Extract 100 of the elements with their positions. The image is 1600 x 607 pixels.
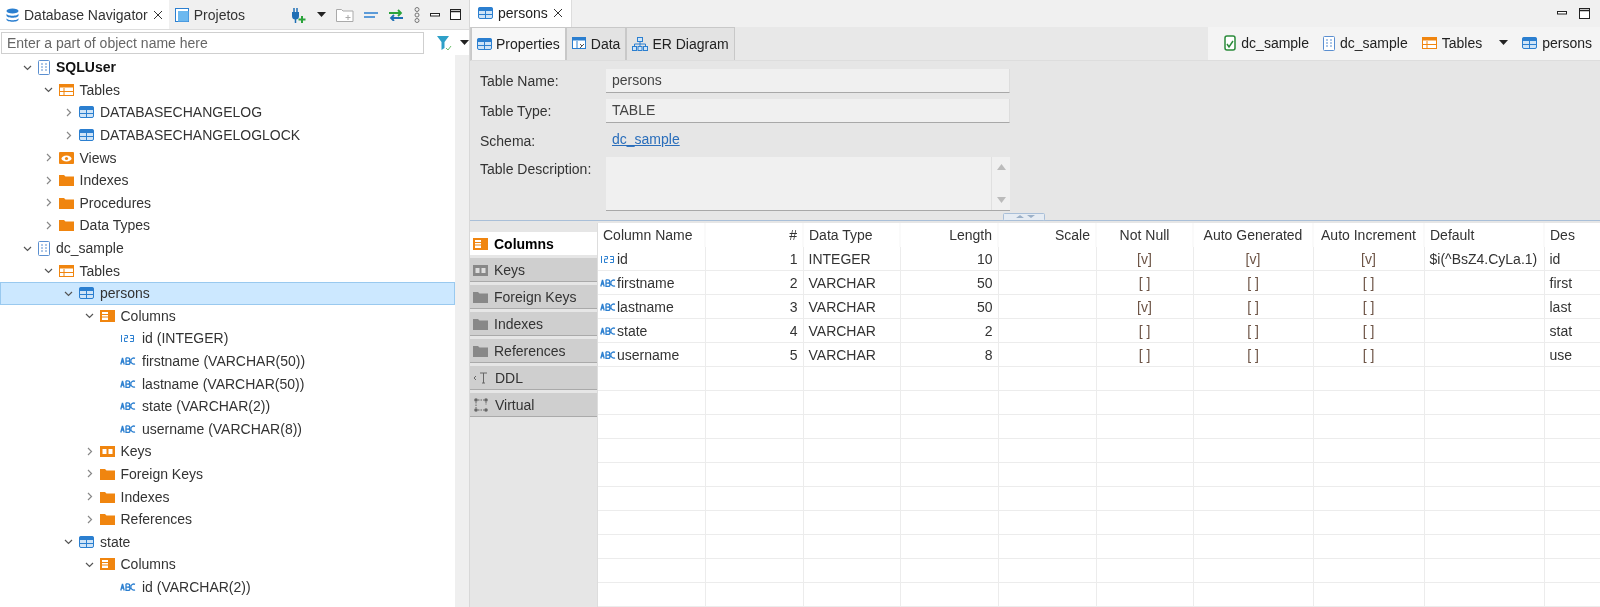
schema-link[interactable]: dc_sample bbox=[606, 128, 686, 151]
maximize-icon[interactable] bbox=[1579, 7, 1590, 19]
column-header[interactable]: Data Type bbox=[803, 223, 900, 247]
tree-item[interactable]: Tables bbox=[0, 78, 455, 102]
column-header[interactable]: Des bbox=[1544, 223, 1600, 247]
table-icon bbox=[79, 287, 94, 300]
breadcrumb-item[interactable]: persons bbox=[1522, 35, 1592, 52]
tree-item[interactable]: Views bbox=[0, 146, 455, 169]
editor-tab[interactable]: persons bbox=[470, 0, 572, 27]
tree-item-label: state bbox=[100, 533, 131, 550]
breadcrumb-label: Tables bbox=[1441, 35, 1483, 52]
field-label: Table Name: bbox=[480, 71, 560, 89]
columns-folder-icon bbox=[473, 237, 488, 250]
tree-item[interactable]: Data Types bbox=[0, 214, 455, 237]
breadcrumb-item[interactable]: Tables bbox=[1421, 35, 1509, 52]
field-label: Table Description: bbox=[480, 159, 593, 177]
tab-label: Database Navigator bbox=[24, 6, 148, 23]
plug-plus-icon[interactable] bbox=[289, 5, 307, 24]
side-tab[interactable]: DDL bbox=[470, 366, 597, 390]
tree-item[interactable]: Keys bbox=[0, 440, 455, 463]
table-cell: id bbox=[617, 250, 628, 267]
breadcrumb-item[interactable]: dc_sample bbox=[1224, 35, 1309, 52]
editor-subtab[interactable]: Data bbox=[565, 26, 627, 60]
folder-icon bbox=[99, 490, 115, 503]
tree-item[interactable]: Indexes bbox=[0, 168, 455, 192]
side-tab[interactable]: Virtual bbox=[470, 393, 597, 417]
table-cell: [ ] bbox=[1138, 322, 1151, 339]
side-tab[interactable]: Keys bbox=[470, 258, 597, 282]
tree-item[interactable]: References bbox=[0, 507, 455, 531]
tree-item[interactable]: firstname (VARCHAR(50)) bbox=[0, 349, 455, 373]
tree-item-label: DATABASECHANGELOGLOCK bbox=[100, 127, 301, 144]
tree-item[interactable]: Indexes bbox=[0, 485, 455, 508]
text-type-icon bbox=[120, 424, 136, 433]
column-header[interactable]: Default bbox=[1424, 223, 1544, 247]
table-icon bbox=[477, 37, 492, 50]
table-cell: [ ] bbox=[1247, 322, 1259, 339]
table-cell: INTEGER bbox=[808, 250, 871, 267]
table-cell: $i(^BsZ4.CyLa.1) bbox=[1429, 250, 1538, 267]
scrollbar-track[interactable] bbox=[455, 55, 469, 607]
grid-icon bbox=[571, 37, 587, 51]
search-field[interactable]: Enter a part of object name here bbox=[1, 32, 424, 54]
tree-item[interactable]: DATABASECHANGELOGLOCK bbox=[0, 123, 455, 147]
collapse-all-icon[interactable] bbox=[364, 11, 378, 18]
column-header[interactable]: Auto Increment bbox=[1313, 223, 1424, 247]
side-tab[interactable]: Indexes bbox=[470, 312, 597, 336]
tree-item[interactable]: lastname (VARCHAR(50)) bbox=[0, 372, 455, 395]
side-tab[interactable]: Columns bbox=[470, 232, 597, 255]
tree-item[interactable]: dc_sample bbox=[0, 236, 455, 260]
filter-icon[interactable] bbox=[436, 35, 452, 51]
table-cell: 8 bbox=[984, 346, 993, 363]
tree-item-label: id (VARCHAR(2)) bbox=[142, 578, 251, 595]
column-header[interactable]: Not Null bbox=[1096, 223, 1193, 247]
splitter-handle-icon[interactable] bbox=[1003, 210, 1045, 221]
text-field[interactable]: persons bbox=[606, 68, 1010, 93]
tree-item[interactable]: Tables bbox=[0, 259, 455, 282]
close-icon[interactable] bbox=[552, 8, 563, 19]
tree-item[interactable]: Columns bbox=[0, 553, 455, 576]
table-cell: 2 bbox=[984, 322, 993, 339]
text-cursor-icon bbox=[473, 371, 489, 384]
close-icon[interactable] bbox=[152, 9, 163, 20]
tree-item[interactable]: id (INTEGER) bbox=[0, 327, 455, 350]
maximize-icon[interactable] bbox=[450, 9, 461, 20]
column-header[interactable]: Scale bbox=[998, 223, 1096, 247]
tree-item[interactable]: state bbox=[0, 530, 455, 554]
tree-item[interactable]: id (VARCHAR(2)) bbox=[0, 575, 455, 599]
tree-item[interactable]: Procedures bbox=[0, 191, 455, 215]
more-icon[interactable] bbox=[414, 6, 420, 23]
tree-item-label: DATABASECHANGELOG bbox=[100, 104, 263, 121]
field-label: Schema: bbox=[480, 131, 537, 149]
link-arrows-icon[interactable] bbox=[388, 8, 404, 21]
side-tab[interactable]: Foreign Keys bbox=[470, 285, 597, 309]
tree-item[interactable]: state (VARCHAR(2)) bbox=[0, 394, 455, 418]
view-tab[interactable]: Database Navigator bbox=[0, 0, 169, 29]
column-header[interactable]: Column Name bbox=[598, 223, 705, 247]
side-tab[interactable]: References bbox=[470, 339, 597, 363]
dropdown-icon[interactable] bbox=[1499, 40, 1509, 47]
dropdown-icon[interactable] bbox=[460, 40, 469, 46]
table-cell: [ ] bbox=[1362, 274, 1375, 291]
column-header[interactable]: # bbox=[705, 223, 803, 247]
field-label: Table Type: bbox=[480, 101, 553, 119]
editor-subtab[interactable]: ER Diagram bbox=[626, 26, 735, 60]
column-header[interactable]: Auto Generated bbox=[1193, 223, 1313, 247]
tree-item[interactable]: username (VARCHAR(8)) bbox=[0, 417, 455, 441]
column-header[interactable]: Length bbox=[900, 223, 998, 247]
tab-label: Data bbox=[590, 35, 621, 52]
tree-item[interactable]: DATABASECHANGELOG bbox=[0, 101, 455, 124]
tree-item[interactable]: Columns bbox=[0, 304, 455, 328]
table-cell: id bbox=[1549, 250, 1561, 267]
tree-item-label: dc_sample bbox=[56, 240, 124, 257]
table-cell: [v] bbox=[1137, 298, 1152, 315]
dropdown-icon[interactable] bbox=[317, 11, 326, 18]
view-tab[interactable]: Projetos bbox=[168, 0, 252, 29]
tree-item[interactable]: persons bbox=[0, 281, 455, 305]
table-cell: [ ] bbox=[1247, 274, 1259, 291]
tree-item[interactable]: Foreign Keys bbox=[0, 462, 455, 486]
tree-item-label: id (INTEGER) bbox=[142, 330, 229, 347]
breadcrumb-item[interactable]: dc_sample bbox=[1323, 35, 1408, 52]
text-field[interactable]: TABLE bbox=[606, 98, 1010, 123]
tree-item[interactable]: SQLUser bbox=[0, 56, 455, 79]
editor-subtab[interactable]: Properties bbox=[471, 26, 566, 60]
